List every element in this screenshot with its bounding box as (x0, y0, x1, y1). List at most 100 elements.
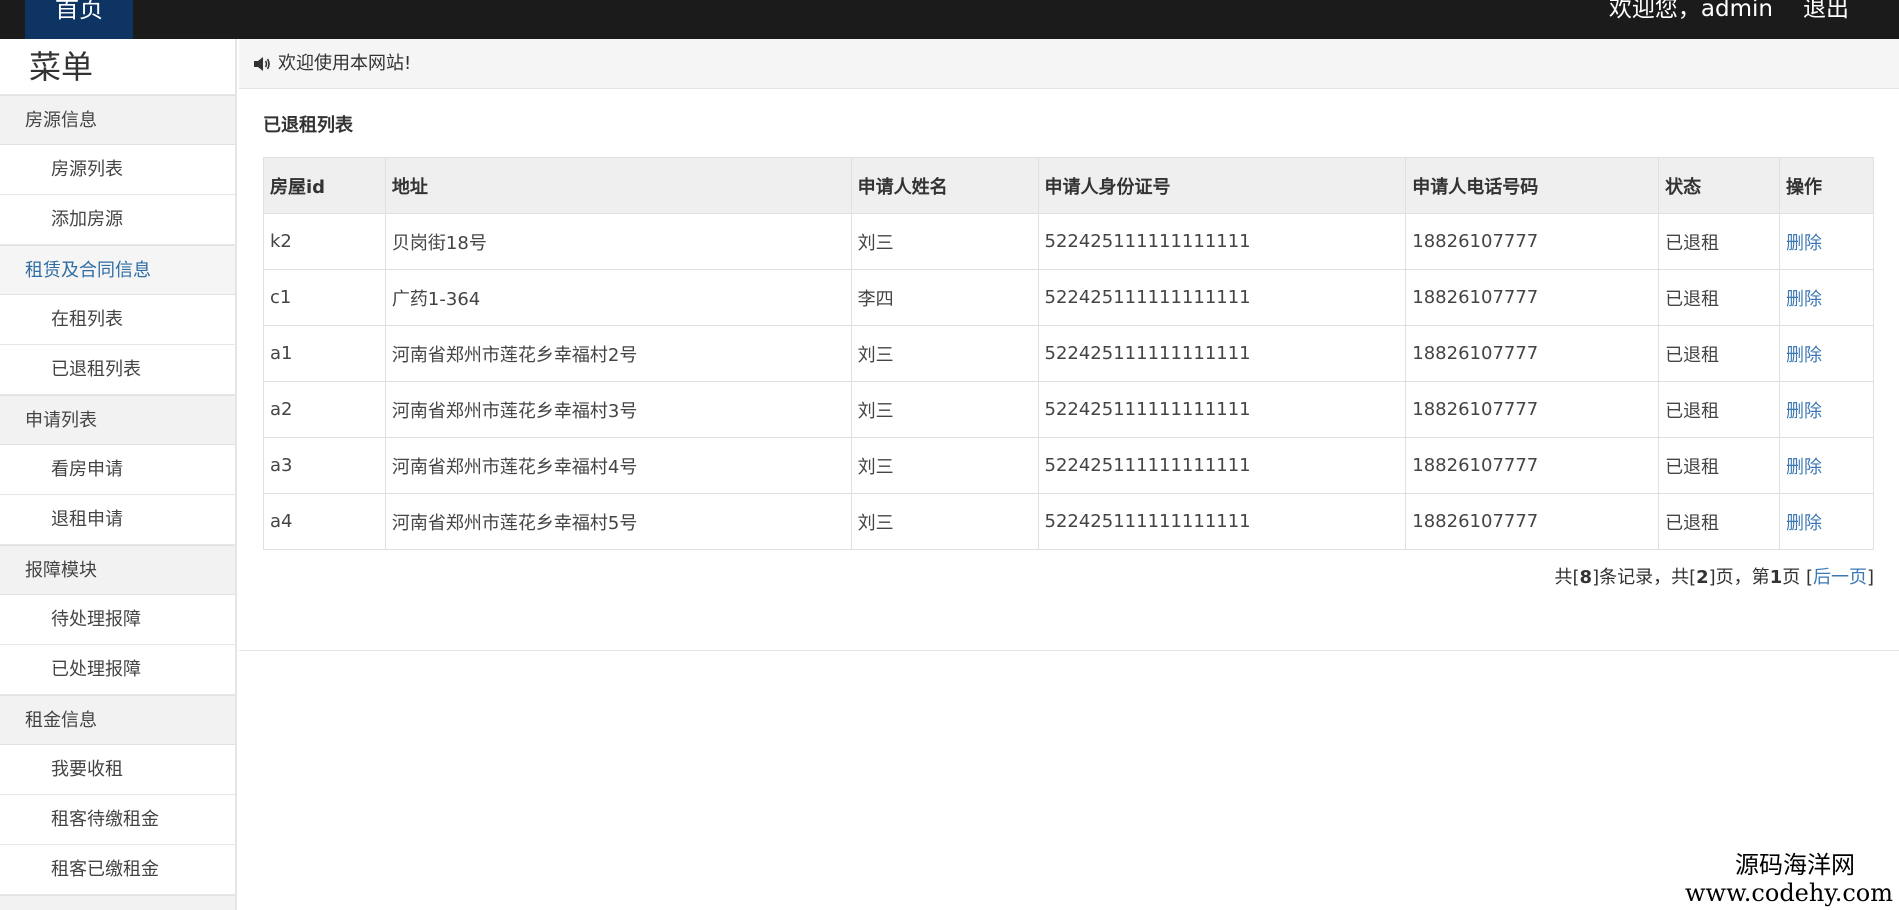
cell-address: 广药1-364 (384, 269, 852, 326)
cell-house-id: a4 (263, 493, 386, 550)
welcome-text: 欢迎使用本网站! (278, 52, 412, 74)
column-header: 状态 (1658, 157, 1781, 214)
sidebar-item-pending-repairs[interactable]: 待处理报障 (0, 595, 235, 645)
menu-title: 菜单 (0, 39, 235, 95)
cell-applicant-name: 刘三 (850, 493, 1039, 550)
cell-action: 删除 (1779, 437, 1874, 494)
total-records: 8 (1579, 567, 1593, 588)
sidebar-item-add-listing[interactable]: 添加房源 (0, 195, 235, 245)
cell-status: 已退租 (1658, 213, 1781, 270)
cell-phone: 18826107777 (1405, 381, 1660, 438)
cell-phone: 18826107777 (1405, 325, 1660, 382)
pager-text: 共[ (1554, 567, 1580, 588)
top-navbar: 首页 欢迎您，admin 退出 (0, 0, 1899, 39)
delete-link[interactable]: 删除 (1786, 289, 1822, 310)
sidebar-item-termination-requests[interactable]: 退租申请 (0, 495, 235, 545)
sidebar-item-active-leases[interactable]: 在租列表 (0, 295, 235, 345)
sidebar-group-partial[interactable] (0, 895, 235, 910)
table-row: a1 河南省郑州市莲花乡幸福村2号 刘三 522425111111111111 … (263, 325, 1874, 382)
pager-text: ]页，第 (1708, 567, 1770, 588)
sidebar-group-listings[interactable]: 房源信息 (0, 95, 235, 145)
cell-phone: 18826107777 (1405, 493, 1660, 550)
sidebar-group-repairs[interactable]: 报障模块 (0, 545, 235, 595)
cell-id-number: 522425111111111111 (1037, 381, 1407, 438)
sidebar-item-rent-due[interactable]: 租客待缴租金 (0, 795, 235, 845)
table-row: a3 河南省郑州市莲花乡幸福村4号 刘三 522425111111111111 … (263, 437, 1874, 494)
cell-status: 已退租 (1658, 437, 1781, 494)
sidebar-item-terminated-leases[interactable]: 已退租列表 (0, 345, 235, 395)
cell-id-number: 522425111111111111 (1037, 325, 1407, 382)
cell-action: 删除 (1779, 325, 1874, 382)
next-page-link[interactable]: 后一页 (1813, 567, 1867, 588)
cell-applicant-name: 刘三 (850, 381, 1039, 438)
cell-id-number: 522425111111111111 (1037, 269, 1407, 326)
cell-applicant-name: 李四 (850, 269, 1039, 326)
table-header-row: 房屋id 地址 申请人姓名 申请人身份证号 申请人电话号码 状态 操作 (263, 157, 1874, 214)
pager-text: 页 [ (1782, 567, 1813, 588)
cell-address: 河南省郑州市莲花乡幸福村3号 (384, 381, 852, 438)
cell-house-id: a2 (263, 381, 386, 438)
user-area: 欢迎您，admin 退出 (1609, 0, 1849, 39)
delete-link[interactable]: 删除 (1786, 457, 1822, 478)
sidebar-item-rent-paid[interactable]: 租客已缴租金 (0, 845, 235, 895)
cell-action: 删除 (1779, 269, 1874, 326)
cell-status: 已退租 (1658, 493, 1781, 550)
cell-status: 已退租 (1658, 269, 1781, 326)
cell-address: 河南省郑州市莲花乡幸福村2号 (384, 325, 852, 382)
cell-id-number: 522425111111111111 (1037, 437, 1407, 494)
cell-id-number: 522425111111111111 (1037, 493, 1407, 550)
page-title: 已退租列表 (263, 115, 353, 136)
cell-applicant-name: 刘三 (850, 325, 1039, 382)
column-header: 操作 (1779, 157, 1874, 214)
watermark: 源码海洋网 www.codehy.com (1685, 850, 1893, 906)
cell-applicant-name: 刘三 (850, 213, 1039, 270)
logout-link[interactable]: 退出 (1803, 0, 1849, 39)
cell-house-id: a3 (263, 437, 386, 494)
terminated-lease-table: 房屋id 地址 申请人姓名 申请人身份证号 申请人电话号码 状态 操作 k2 贝… (263, 157, 1874, 550)
cell-applicant-name: 刘三 (850, 437, 1039, 494)
cell-status: 已退租 (1658, 325, 1781, 382)
delete-link[interactable]: 删除 (1786, 513, 1822, 534)
sidebar-group-applications[interactable]: 申请列表 (0, 395, 235, 445)
column-header: 申请人电话号码 (1405, 157, 1660, 214)
current-page: 1 (1769, 567, 1783, 588)
cell-action: 删除 (1779, 493, 1874, 550)
delete-link[interactable]: 删除 (1786, 233, 1822, 254)
cell-address: 贝岗街18号 (384, 213, 852, 270)
speaker-icon (254, 56, 270, 71)
sidebar-item-viewing-requests[interactable]: 看房申请 (0, 445, 235, 495)
cell-status: 已退租 (1658, 381, 1781, 438)
pager-text: ]条记录，共[ (1592, 567, 1697, 588)
cell-address: 河南省郑州市莲花乡幸福村5号 (384, 493, 852, 550)
cell-house-id: k2 (263, 213, 386, 270)
welcome-bar: 欢迎使用本网站! (239, 39, 1899, 89)
sidebar-item-handled-repairs[interactable]: 已处理报障 (0, 645, 235, 695)
sidebar-item-listing-list[interactable]: 房源列表 (0, 145, 235, 195)
cell-phone: 18826107777 (1405, 437, 1660, 494)
table-row: k2 贝岗街18号 刘三 522425111111111111 18826107… (263, 213, 1874, 270)
sidebar-group-rent[interactable]: 租金信息 (0, 695, 235, 745)
total-pages: 2 (1696, 567, 1709, 588)
cell-phone: 18826107777 (1405, 269, 1660, 326)
sidebar-menu: 菜单 房源信息 房源列表 添加房源 租赁及合同信息 在租列表 已退租列表 申请列… (0, 39, 237, 910)
column-header: 申请人姓名 (850, 157, 1039, 214)
watermark-title: 源码海洋网 (1735, 851, 1855, 879)
table-row: a4 河南省郑州市莲花乡幸福村5号 刘三 522425111111111111 … (263, 493, 1874, 550)
pager-text: ] (1866, 567, 1874, 588)
cell-house-id: a1 (263, 325, 386, 382)
sidebar-item-collect-rent[interactable]: 我要收租 (0, 745, 235, 795)
pagination: 共[8]条记录，共[2]页，第1页 [后一页] (1555, 563, 1874, 589)
column-header: 地址 (384, 157, 852, 214)
delete-link[interactable]: 删除 (1786, 401, 1822, 422)
cell-house-id: c1 (263, 269, 386, 326)
cell-phone: 18826107777 (1405, 213, 1660, 270)
delete-link[interactable]: 删除 (1786, 345, 1822, 366)
watermark-url: www.codehy.com (1685, 879, 1893, 907)
cell-address: 河南省郑州市莲花乡幸福村4号 (384, 437, 852, 494)
column-header: 房屋id (263, 157, 386, 214)
home-tab[interactable]: 首页 (25, 0, 133, 39)
table-row: a2 河南省郑州市莲花乡幸福村3号 刘三 522425111111111111 … (263, 381, 1874, 438)
sidebar-group-leases[interactable]: 租赁及合同信息 (0, 245, 235, 295)
cell-id-number: 522425111111111111 (1037, 213, 1407, 270)
column-header: 申请人身份证号 (1037, 157, 1407, 214)
